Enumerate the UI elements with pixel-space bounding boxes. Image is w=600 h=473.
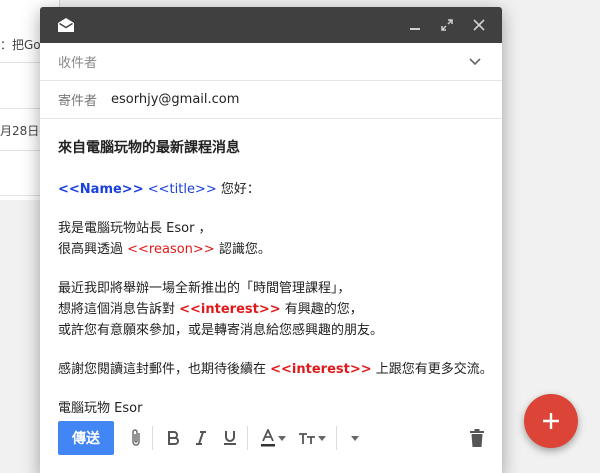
intro-line: 我是電腦玩物站長 Esor ， [58,221,212,236]
trash-icon [470,429,484,447]
more-options-button[interactable] [351,423,359,453]
expand-icon [441,19,453,31]
caret-down-icon [278,435,286,441]
caret-down-icon [318,435,326,441]
announce-line: 最近我即將舉辦一場全新推出的「時間管理課程」， [58,281,351,296]
discard-button[interactable] [470,423,484,453]
from-label: 寄件者 [58,94,98,109]
intro-text: 很高興透過 [58,242,128,257]
recipients-placeholder: 收件者 [58,56,98,71]
toolbar-divider [336,426,337,450]
send-button[interactable]: 傳送 [58,421,114,455]
title-placeholder: <<title>> [147,182,217,197]
announce-text: 想將這個消息告訴對 [58,302,180,317]
minimize-button[interactable] [404,14,426,36]
intro-paragraph: 我是電腦玩物站長 Esor ， 很高興透過 <<reason>> 認識您。 [58,218,484,260]
minimize-icon [410,28,420,30]
close-icon [473,19,485,31]
italic-button[interactable] [195,423,207,453]
announce-text: 有興趣的您， [280,302,363,317]
interest-placeholder: <<interest>> [270,362,372,377]
more-options-icon [351,435,359,441]
expand-button[interactable] [436,14,458,36]
from-address[interactable]: esorhjy@gmail.com [111,92,484,107]
greeting-text: 您好： [216,182,260,197]
recipients-field[interactable]: 收件者 [40,43,502,81]
interest-placeholder: <<interest>> [179,302,281,317]
toolbar-divider [152,426,153,450]
chevron-down-icon [469,57,481,65]
bold-icon [168,431,179,445]
close-button[interactable] [468,14,490,36]
reason-placeholder: <<reason>> [127,242,215,257]
text-color-button[interactable] [260,423,286,453]
thanks-text: 上跟您有更多交流。 [371,362,493,377]
thanks-paragraph: 感謝您閱讀這封郵件，也期待後續在 <<interest>> 上跟您有更多交流。 [58,359,493,380]
attach-icon [132,429,140,446]
mail-open-icon [58,18,74,32]
attach-button[interactable] [130,423,142,453]
greeting-paragraph: <<Name>> <<title>> 您好： [58,179,484,200]
intro-text: 認識您。 [214,242,271,257]
italic-icon [196,431,206,445]
compose-titlebar[interactable] [40,7,502,43]
text-size-button[interactable] [298,423,326,453]
text-size-icon [299,433,315,444]
recipients-expand-button[interactable] [466,53,484,71]
plus-icon [543,413,559,429]
compose-fab-button[interactable] [524,394,578,448]
toolbar-divider [247,426,248,450]
message-body[interactable]: 來自電腦玩物的最新課程消息 <<Name>> <<title>> 您好： 我是電… [40,119,502,419]
bold-button[interactable] [167,423,179,453]
subject-line[interactable]: 來自電腦玩物的最新課程消息 [58,137,484,157]
text-color-icon [261,429,275,447]
name-placeholder: <<Name>> [58,182,144,197]
underline-button[interactable] [223,423,237,453]
thanks-text: 感謝您閱讀這封郵件，也期待後續在 [58,362,271,377]
announce-line: 或許您有意願來參加，或是轉寄消息給您感興趣的朋友。 [58,323,384,338]
from-field[interactable]: 寄件者 esorhjy@gmail.com [40,81,502,119]
compose-window: 收件者 寄件者 esorhjy@gmail.com 來自電腦玩物的最新課程消息 … [40,7,502,473]
underline-icon [224,431,236,445]
compose-toolbar: 傳送 [40,415,502,461]
announce-paragraph: 最近我即將舉辦一場全新推出的「時間管理課程」， 想將這個消息告訴對 <<inte… [58,278,484,341]
